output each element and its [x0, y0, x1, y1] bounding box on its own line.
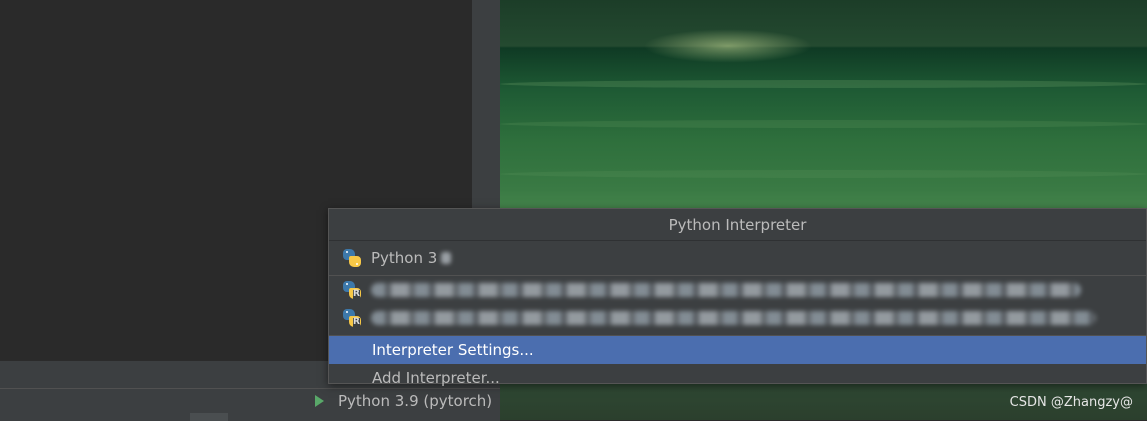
interpreter-item-local[interactable]: Python 3	[329, 244, 1146, 272]
redacted-text	[371, 283, 1081, 297]
popup-title: Python Interpreter	[329, 209, 1146, 241]
interpreter-list: Python 3 R R Interpreter Settings... Add…	[329, 241, 1146, 392]
redacted-text	[371, 311, 1096, 325]
python-icon	[343, 249, 361, 267]
interpreter-settings-label: Interpreter Settings...	[372, 341, 534, 359]
interpreter-item-remote-2[interactable]: R	[329, 304, 1146, 332]
interpreter-status-label: Python 3.9 (pytorch)	[338, 392, 493, 410]
watermark: CSDN @Zhangzy@	[1009, 395, 1133, 410]
add-interpreter-item[interactable]: Add Interpreter...	[329, 364, 1146, 392]
interpreter-item-remote-1[interactable]: R	[329, 275, 1146, 304]
python-remote-icon: R	[343, 309, 361, 327]
python-remote-icon: R	[343, 281, 361, 299]
interpreter-settings-item[interactable]: Interpreter Settings...	[329, 335, 1146, 364]
python-interpreter-popup: Python Interpreter Python 3 R R Interpre…	[328, 208, 1147, 387]
interpreter-item-label: Python 3	[371, 249, 438, 267]
redacted-text	[441, 252, 452, 264]
play-icon	[315, 395, 324, 407]
add-interpreter-label: Add Interpreter...	[372, 369, 500, 387]
